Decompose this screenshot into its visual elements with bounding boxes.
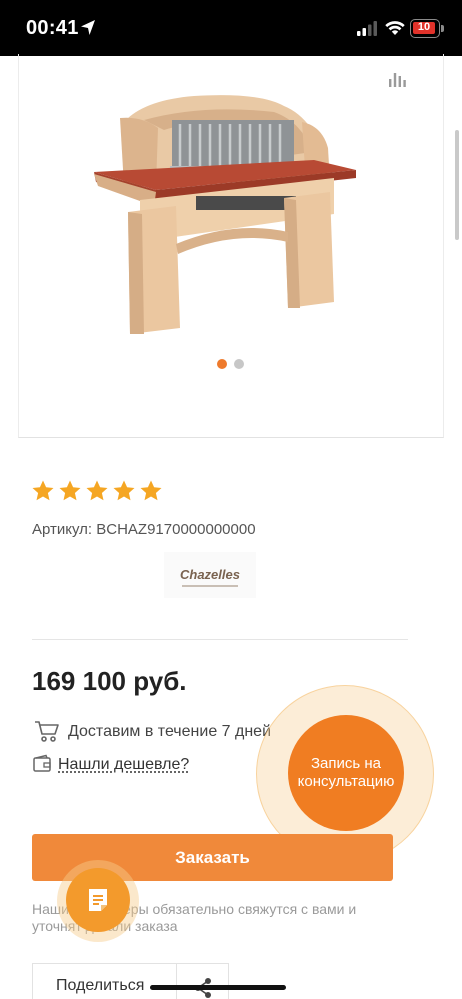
star-icon [86,480,108,501]
status-bar: 00:41 10 [0,0,462,56]
wifi-icon [385,21,405,35]
brand-name: Chazelles [180,567,240,582]
cart-icon [35,721,59,742]
battery-icon: 10 [410,19,440,38]
divider [32,639,408,640]
brand-logo[interactable]: Chazelles [164,552,256,598]
home-indicator[interactable] [150,985,286,990]
signal-icon [357,21,377,36]
document-icon [89,889,107,911]
star-icon [140,480,162,501]
location-arrow-icon [81,20,95,35]
star-icon [32,480,54,501]
barbecue-grill-image[interactable] [84,82,364,346]
gallery-dot-active[interactable] [217,359,227,369]
product-sku: Артикул: BCHAZ9170000000000 [32,521,256,538]
delivery-info: Доставим в течение 7 дней [68,723,272,740]
status-time: 00:41 [26,17,79,39]
star-icon [113,480,135,501]
share-separator [176,963,177,999]
consultation-button[interactable]: Запись на консультацию [288,715,404,831]
battery-level: 10 [417,21,431,33]
product-price: 169 100 руб. [32,666,187,696]
star-icon [59,480,81,501]
gallery-dot[interactable] [234,359,244,369]
bar-chart-icon[interactable] [388,70,408,88]
wallet-icon [33,754,51,772]
found-cheaper-link[interactable]: Нашли дешевле? [58,756,189,774]
consultation-label: Запись на консультацию [297,755,395,790]
rating-stars [31,479,163,503]
scrollbar[interactable] [455,130,459,240]
share-label[interactable]: Поделиться [56,977,144,995]
